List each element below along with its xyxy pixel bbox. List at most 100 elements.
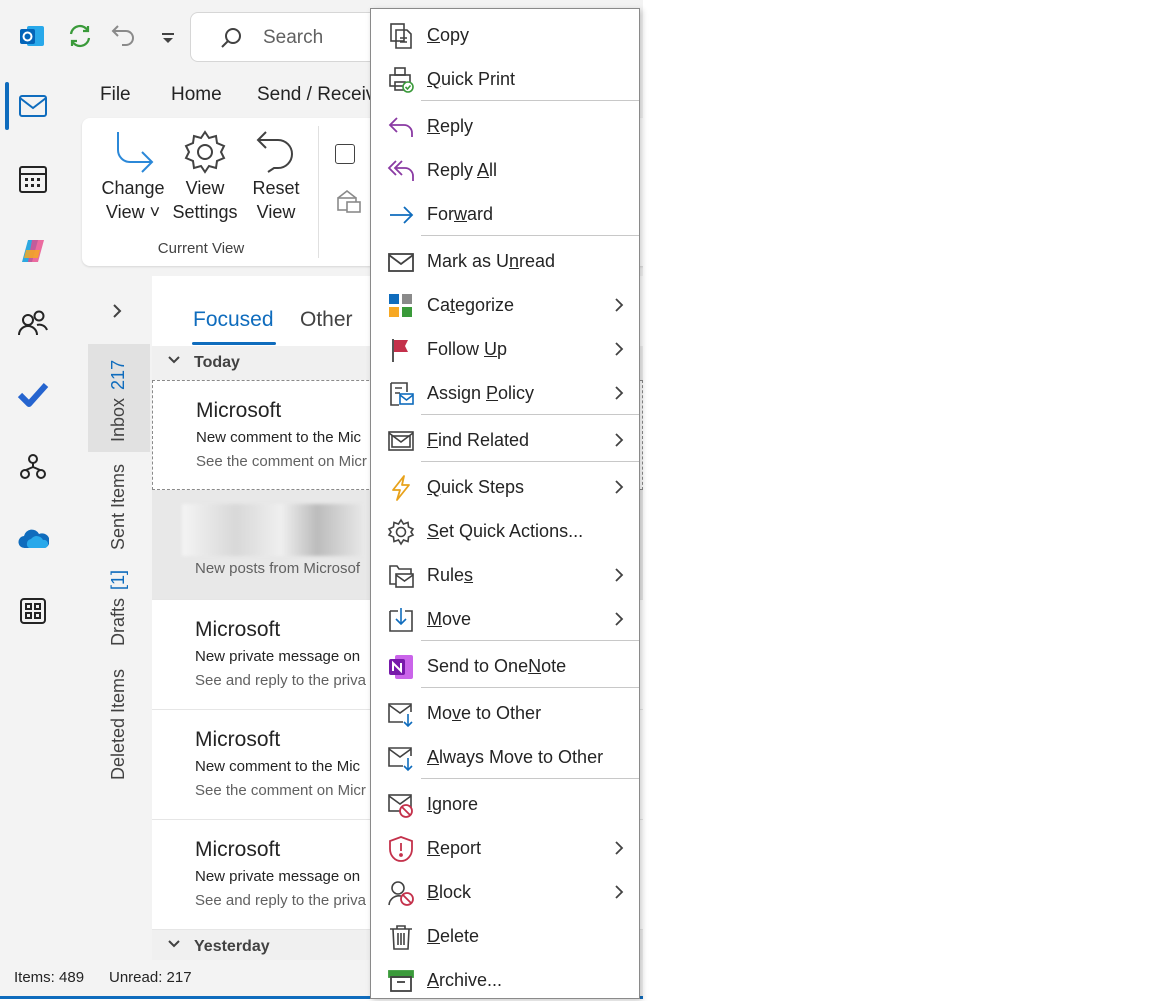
todo-icon[interactable]: [12, 374, 54, 416]
menu-item-label: Ignore: [427, 794, 479, 814]
menu-item-block[interactable]: Block: [371, 869, 639, 913]
archive-icon: [387, 967, 415, 995]
show-as-conversations-checkbox[interactable]: [335, 144, 355, 164]
menu-item-label: Quick Print: [427, 69, 516, 89]
message-settings-icon[interactable]: [335, 188, 363, 219]
menu-item-label: Find Related: [427, 430, 530, 450]
menu-item-label: Move to Other: [427, 703, 542, 723]
assign-policy-icon: [387, 380, 415, 408]
gear-icon: [168, 128, 242, 176]
menu-item-quick-print[interactable]: Quick Print: [371, 56, 639, 100]
menu-item-label: Rules: [427, 565, 474, 585]
undo-icon[interactable]: [110, 22, 138, 50]
tab-other[interactable]: Other: [300, 308, 353, 332]
tab-focused[interactable]: Focused: [193, 308, 274, 332]
onedrive-icon[interactable]: [12, 518, 54, 560]
menu-item-label: Send to OneNote: [427, 656, 567, 676]
menu-separator: [421, 235, 639, 236]
block-icon: [387, 879, 415, 907]
menu-item-report[interactable]: Report: [371, 825, 639, 869]
send-onenote-icon: [387, 653, 415, 681]
folder-deleted-items[interactable]: Deleted Items: [108, 669, 129, 780]
menu-item-find-related[interactable]: Find Related: [371, 417, 639, 461]
move-other-icon: [387, 700, 415, 728]
menu-separator: [421, 461, 639, 462]
change-view-button[interactable]: Change View ˅: [96, 128, 170, 224]
menu-item-delete[interactable]: Delete: [371, 913, 639, 957]
menu-item-follow-up[interactable]: Follow Up: [371, 326, 639, 370]
set-quick-actions-icon: [387, 518, 415, 546]
folder-drafts[interactable]: Drafts [1]: [108, 570, 129, 646]
menu-separator: [421, 640, 639, 641]
menu-item-label: Follow Up: [427, 339, 508, 359]
calendar-icon[interactable]: [12, 158, 54, 200]
expand-folder-pane-icon[interactable]: [110, 302, 124, 325]
folder-sent-items[interactable]: Sent Items: [108, 464, 129, 550]
menu-item-move-other[interactable]: Move to Other: [371, 690, 639, 734]
menu-item-quick-steps[interactable]: Quick Steps: [371, 464, 639, 508]
quick-steps-icon: [387, 474, 415, 502]
sync-icon[interactable]: [66, 22, 94, 50]
menu-item-reply-all[interactable]: Reply All: [371, 147, 639, 191]
menu-item-ignore[interactable]: Ignore: [371, 781, 639, 825]
menu-item-label: Assign Policy: [427, 383, 535, 403]
forward-icon: [387, 201, 415, 229]
menu-item-move[interactable]: Move: [371, 596, 639, 640]
menu-item-label: Copy: [427, 25, 470, 45]
menu-item-always-move-other[interactable]: Always Move to Other: [371, 734, 639, 778]
menu-item-label: Forward: [427, 204, 494, 224]
menu-item-mark-unread[interactable]: Mark as Unread: [371, 238, 639, 282]
view-settings-button[interactable]: View Settings: [168, 128, 242, 224]
menu-separator: [421, 687, 639, 688]
rail-selection-indicator: [5, 82, 9, 130]
menu-item-label: Reply All: [427, 160, 498, 180]
mail-icon[interactable]: [12, 85, 54, 127]
menu-item-label: Categorize: [427, 295, 515, 315]
people-icon[interactable]: [12, 302, 54, 344]
org-explorer-icon[interactable]: [12, 446, 54, 488]
menu-item-label: Reply: [427, 116, 474, 136]
reset-view-button[interactable]: Reset View: [239, 128, 313, 224]
search-icon: [219, 26, 243, 55]
inbox-unread-count: 217: [108, 359, 128, 390]
menu-item-copy[interactable]: Copy: [371, 12, 639, 56]
ignore-icon: [387, 791, 415, 819]
menu-tab-home[interactable]: Home: [171, 84, 222, 106]
reset-icon: [239, 128, 313, 176]
copilot-icon[interactable]: [12, 230, 54, 272]
menu-item-assign-policy[interactable]: Assign Policy: [371, 370, 639, 414]
menu-item-archive[interactable]: Archive...: [371, 957, 639, 1001]
reply-icon: [387, 113, 415, 141]
change-view-icon: [96, 128, 170, 176]
submenu-arrow-icon: [613, 296, 625, 319]
chevron-down-icon: [166, 352, 182, 373]
menu-item-set-quick-actions[interactable]: Set Quick Actions...: [371, 508, 639, 552]
outlook-logo-icon: [18, 22, 46, 50]
current-view-group-label: Current View: [157, 240, 245, 257]
submenu-arrow-icon: [613, 340, 625, 363]
submenu-arrow-icon: [613, 478, 625, 501]
menu-item-forward[interactable]: Forward: [371, 191, 639, 235]
menu-item-reply[interactable]: Reply: [371, 103, 639, 147]
menu-item-label: Report: [427, 838, 482, 858]
search-placeholder: Search: [263, 27, 324, 48]
submenu-arrow-icon: [613, 384, 625, 407]
menu-item-label: Set Quick Actions...: [427, 521, 584, 541]
menu-item-categorize[interactable]: Categorize: [371, 282, 639, 326]
quick-print-icon: [387, 66, 415, 94]
folder-inbox[interactable]: Inbox 217: [108, 360, 129, 442]
rules-icon: [387, 562, 415, 590]
submenu-arrow-icon: [613, 839, 625, 862]
menu-item-label: Block: [427, 882, 472, 902]
menu-item-label: Mark as Unread: [427, 251, 556, 271]
more-apps-icon[interactable]: [12, 590, 54, 632]
customize-toolbar-icon[interactable]: [154, 24, 182, 52]
menu-separator: [421, 778, 639, 779]
menu-item-send-onenote[interactable]: Send to OneNote: [371, 643, 639, 687]
menu-tab-send-receive[interactable]: Send / Receive: [257, 84, 386, 106]
focused-tab-underline: [192, 342, 276, 345]
report-icon: [387, 835, 415, 863]
menu-item-rules[interactable]: Rules: [371, 552, 639, 596]
menu-separator: [421, 100, 639, 101]
menu-tab-file[interactable]: File: [100, 84, 131, 106]
